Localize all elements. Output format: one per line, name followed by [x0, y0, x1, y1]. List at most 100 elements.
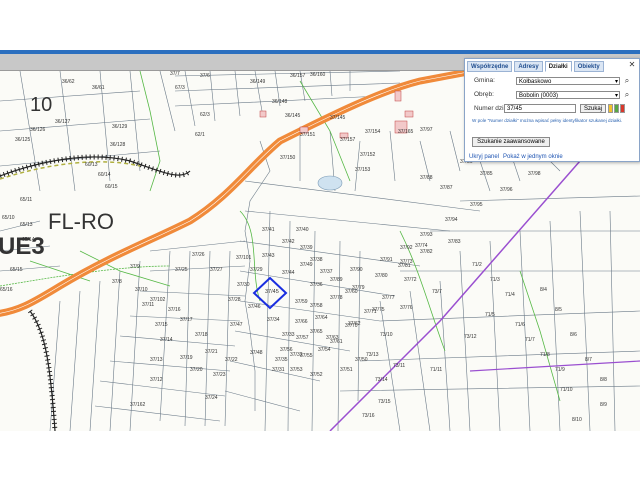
parcel-label: 62/1 — [195, 132, 205, 138]
gmina-select[interactable]: Kołbaskowo ▾ — [516, 77, 620, 85]
status-green-swatch[interactable] — [614, 104, 619, 113]
parcel-label: 37/92 — [400, 245, 413, 251]
parcel-label: 65/11 — [20, 197, 32, 203]
parcel-label: 37/30 — [237, 282, 250, 288]
parcel-label: 37/97 — [420, 127, 433, 133]
parcel-label: 36/145 — [285, 113, 301, 119]
parcel-label: 71/6 — [515, 322, 525, 328]
parcel-label: 8/8 — [600, 377, 607, 383]
parcel-label: 37/60 — [345, 289, 358, 295]
parcel-label: 37/47 — [230, 322, 243, 328]
hide-panel-link[interactable]: Ukryj panel — [469, 154, 499, 160]
parcel-number-input[interactable]: 37/45 — [504, 104, 576, 113]
parcel-label: 65/15 — [10, 267, 23, 273]
parcel-label: 73/7 — [432, 289, 442, 295]
parcel-label: 37/64 — [315, 315, 328, 321]
parcel-label: 37/83 — [448, 239, 461, 245]
parcel-label: 37/10 — [135, 287, 148, 293]
obreb-label: Obręb: — [474, 91, 494, 98]
parcel-label: 65/10 — [2, 215, 15, 221]
tab-adresy[interactable]: Adresy — [514, 61, 543, 72]
parcel-label: 60/14 — [98, 172, 111, 178]
parcel-label: 37/153 — [355, 167, 371, 173]
parcel-label: 37/80 — [375, 273, 388, 279]
screen: 10 FL-RO UE3 36/62 36/61 36/127 36/126 36/12… — [0, 0, 640, 480]
show-single-window-link[interactable]: Pokaż w jednym oknie — [503, 154, 563, 160]
parcel-label: 37/82 — [420, 249, 433, 255]
status-yellow-swatch[interactable] — [608, 104, 613, 113]
parcel-label: 37/41 — [262, 227, 275, 233]
zone-label-10: 10 — [30, 94, 52, 116]
tab-obiekty[interactable]: Obiekty — [573, 61, 604, 72]
parcel-label: 37/14 — [160, 337, 173, 343]
parcel-label: 37/91 — [380, 257, 393, 263]
parcel-label: 37/94 — [445, 217, 458, 223]
parcel-label: 37/42 — [282, 239, 295, 245]
parcel-label: 37/21 — [205, 349, 218, 355]
parcel-label: 37/48 — [250, 350, 263, 356]
parcel-label: 71/9 — [555, 367, 565, 373]
parcel-label: 37/74 — [415, 243, 428, 249]
parcel-label: 37/23 — [213, 372, 226, 378]
parcel-label: 37/53 — [290, 367, 303, 373]
parcel-label: 73/10 — [380, 332, 393, 338]
parcel-label: 37/151 — [300, 132, 316, 138]
parcel-label: 37/39 — [300, 245, 313, 251]
parcel-label: 36/157 — [290, 73, 306, 79]
parcel-label: 71/7 — [525, 337, 535, 343]
status-red-swatch[interactable] — [620, 104, 625, 113]
advanced-search-button[interactable]: Szukanie zaawansowane — [472, 137, 550, 147]
parcel-label: 37/89 — [330, 277, 343, 283]
parcel-label: 37/145 — [330, 115, 346, 121]
panel-tabs: Współrzędne Adresy Działki Obiekty — [467, 61, 606, 72]
parcel-label: 8/7 — [585, 357, 592, 363]
parcel-label: 37/13 — [150, 357, 163, 363]
parcel-label: 37/95 — [470, 202, 483, 208]
parcel-label: 37/152 — [360, 152, 376, 158]
parcel-label: 37/26 — [192, 252, 205, 258]
parcel-label: 71/3 — [490, 277, 500, 283]
parcel-label: 36/129 — [112, 124, 128, 130]
search-button[interactable]: Szukaj — [580, 104, 606, 113]
parcel-label: 37/62 — [348, 321, 361, 327]
parcel-label: 37/38 — [310, 257, 323, 263]
obreb-value: Bobolin (0003) — [519, 93, 559, 99]
parcel-label: 37/34 — [267, 317, 280, 323]
parcel-label: 37/78 — [330, 295, 343, 301]
parcel-label: 73/13 — [366, 352, 379, 358]
search-icon[interactable]: ⌕ — [623, 77, 631, 85]
parcel-label: 37/154 — [365, 129, 381, 135]
parcel-label: 37/37 — [320, 269, 333, 275]
parcel-label: 8/6 — [570, 332, 577, 338]
parcel-label: 37/17 — [180, 317, 193, 323]
parcel-label: 8/4 — [540, 287, 547, 293]
parcel-label: 37/90 — [350, 267, 363, 273]
parcel-label: 36/148 — [272, 99, 288, 105]
parcel-label: 65/14 — [22, 237, 35, 243]
parcel-label: 37/65 — [310, 329, 323, 335]
parcel-label: 37/73 — [400, 259, 413, 265]
parcel-label: 71/11 — [430, 367, 442, 373]
parcel-label: 37/71 — [364, 309, 377, 315]
parcel-label: 37/58 — [310, 303, 323, 309]
parcel-label: 37/46 — [248, 304, 261, 310]
parcel-label: 37/45 — [265, 289, 279, 295]
obreb-select[interactable]: Bobolin (0003) ▾ — [516, 91, 620, 99]
parcel-label: 37/54 — [318, 347, 331, 353]
close-icon[interactable]: ✕ — [628, 61, 636, 69]
search-icon[interactable]: ⌕ — [623, 91, 631, 99]
parcel-label: 37/6 — [200, 73, 210, 79]
parcel-label: 71/8 — [540, 352, 550, 358]
parcel-label: 37/15 — [155, 322, 168, 328]
parcel-label: 37/61 — [330, 339, 343, 345]
parcel-label: 67/3 — [175, 85, 185, 91]
parcel-label: 37/102 — [150, 297, 166, 303]
parcel-label: 8/5 — [555, 307, 562, 313]
chevron-down-icon: ▾ — [614, 79, 618, 85]
tab-dzialki[interactable]: Działki — [544, 61, 572, 72]
parcel-label: 37/44 — [282, 270, 295, 276]
parcel-label: 37/33 — [282, 332, 295, 338]
top-blank-area — [0, 0, 640, 50]
tab-wspolrzedne[interactable]: Współrzędne — [467, 61, 513, 72]
parcel-label: 37/101 — [236, 255, 252, 261]
